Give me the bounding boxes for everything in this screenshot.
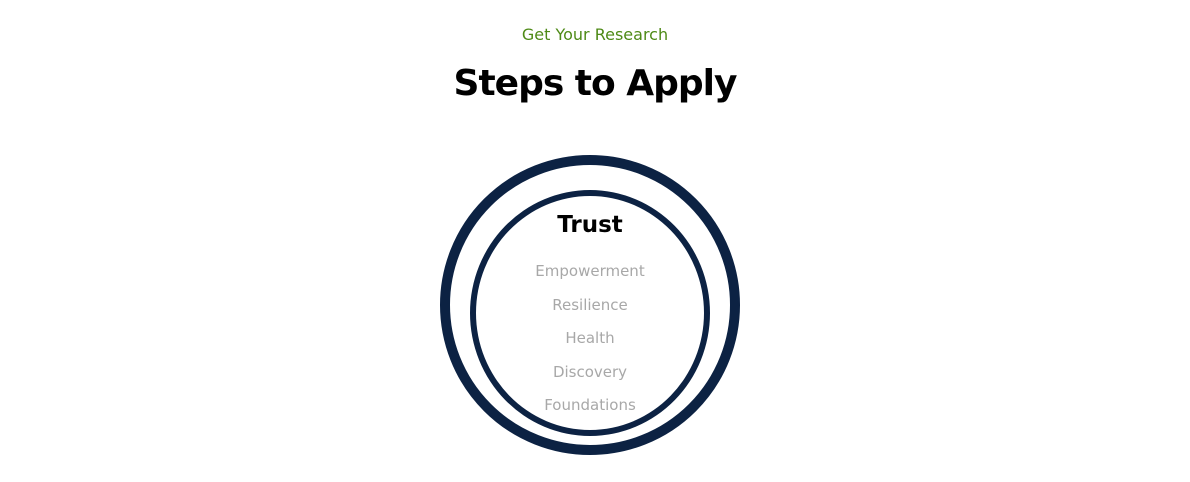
- step-item-health: Health: [565, 329, 615, 347]
- steps-section: Get Your Research Steps to Apply Trust E…: [0, 0, 1190, 482]
- ring-center-title: Trust: [557, 212, 623, 238]
- step-item-empowerment: Empowerment: [535, 262, 645, 280]
- section-eyebrow: Get Your Research: [521, 25, 669, 44]
- step-list: Empowerment Resilience Health Discovery …: [470, 255, 710, 423]
- step-item-foundations: Foundations: [544, 396, 636, 414]
- step-item-discovery: Discovery: [552, 362, 628, 381]
- section-title: Steps to Apply: [453, 63, 738, 104]
- step-item-resilience: Resilience: [552, 295, 628, 314]
